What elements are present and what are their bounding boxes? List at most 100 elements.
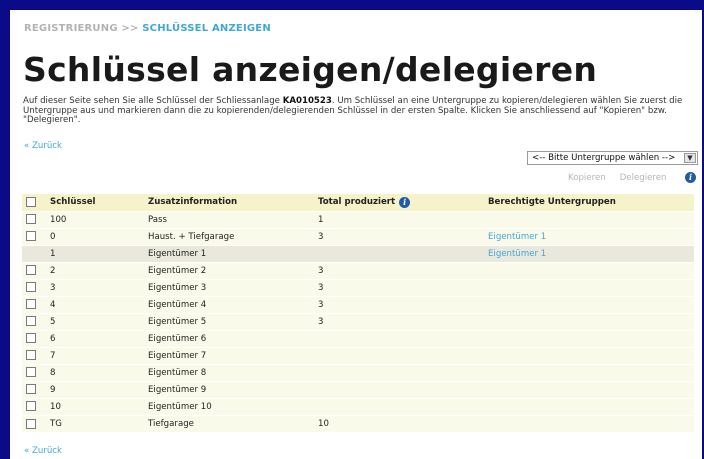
- cell-groups: [488, 330, 694, 347]
- table-header-row: Schlüssel Zusatzinformation Total produz…: [22, 194, 694, 211]
- cell-key: TG: [50, 418, 62, 429]
- cell-info: Eigentümer 2: [148, 265, 207, 276]
- table-row: 7 Eigentümer 7: [22, 347, 694, 364]
- subgroup-link[interactable]: Eigentümer 1: [488, 232, 546, 242]
- row-checkbox[interactable]: [26, 265, 36, 276]
- chevron-down-icon[interactable]: ▼: [684, 153, 696, 163]
- row-checkbox[interactable]: [26, 316, 36, 327]
- cell-groups: [488, 398, 694, 415]
- info-icon[interactable]: i: [399, 196, 411, 208]
- header-produced[interactable]: Total produziert i: [318, 194, 488, 211]
- cell-key: 5: [50, 316, 56, 327]
- subgroup-select[interactable]: <-- Bitte Untergruppe wählen --> ▼: [527, 151, 698, 165]
- table-row: 1 Eigentümer 1 Eigentümer 1: [22, 245, 694, 262]
- row-select-cell: [22, 262, 50, 279]
- row-checkbox[interactable]: [26, 231, 36, 242]
- cell-info: Eigentümer 3: [148, 282, 207, 293]
- cell-groups: Eigentümer 1: [488, 245, 694, 262]
- row-checkbox[interactable]: [26, 282, 36, 293]
- breadcrumb: REGISTRIERUNG >> SCHLÜSSEL ANZEIGEN: [24, 23, 271, 34]
- cell-produced: 3: [318, 282, 324, 293]
- intro-part1: Auf dieser Seite sehen Sie alle Schlüsse…: [23, 96, 280, 106]
- cell-info: Eigentümer 1: [148, 248, 207, 259]
- content-frame: REGISTRIERUNG >> SCHLÜSSEL ANZEIGEN Schl…: [10, 10, 702, 459]
- cell-info: Tiefgarage: [148, 418, 194, 429]
- table-row: 8 Eigentümer 8: [22, 364, 694, 381]
- copy-button[interactable]: Kopieren: [568, 173, 606, 183]
- cell-key: 3: [50, 282, 56, 293]
- row-checkbox[interactable]: [26, 384, 36, 395]
- cell-info: Eigentümer 4: [148, 299, 207, 310]
- cell-key: 0: [50, 231, 56, 242]
- system-id: KA010523: [282, 96, 332, 106]
- row-select-cell: [22, 415, 50, 432]
- row-select-cell: [22, 330, 50, 347]
- row-checkbox[interactable]: [26, 350, 36, 361]
- back-link-top[interactable]: « Zurück: [24, 141, 62, 151]
- row-select-cell: [22, 245, 50, 262]
- intro-text: Auf dieser Seite sehen Sie alle Schlüsse…: [23, 96, 693, 126]
- cell-produced: [318, 398, 488, 415]
- table-row: TG Tiefgarage 10: [22, 415, 694, 432]
- cell-groups: [488, 313, 694, 330]
- row-checkbox[interactable]: [26, 333, 36, 344]
- cell-key: 10: [50, 401, 61, 412]
- info-icon[interactable]: i: [685, 172, 696, 183]
- action-bar: Kopieren Delegieren i: [568, 172, 696, 183]
- row-checkbox[interactable]: [26, 401, 36, 412]
- cell-produced: [318, 330, 488, 347]
- cell-key: 7: [50, 350, 56, 361]
- subgroup-link[interactable]: Eigentümer 1: [488, 249, 546, 259]
- row-select-cell: [22, 347, 50, 364]
- row-select-cell: [22, 381, 50, 398]
- header-groups[interactable]: Berechtigte Untergruppen: [488, 194, 694, 211]
- header-key[interactable]: Schlüssel: [50, 194, 148, 211]
- cell-groups: [488, 415, 694, 432]
- row-checkbox[interactable]: [26, 418, 36, 429]
- page-title: Schlüssel anzeigen/delegieren: [23, 50, 598, 89]
- breadcrumb-current: SCHLÜSSEL ANZEIGEN: [142, 23, 271, 34]
- cell-groups: Eigentümer 1: [488, 228, 694, 245]
- table-row: 6 Eigentümer 6: [22, 330, 694, 347]
- table-row: 3 Eigentümer 3 3: [22, 279, 694, 296]
- row-select-cell: [22, 279, 50, 296]
- header-produced-label: Total produziert: [318, 196, 396, 207]
- cell-info: Eigentümer 6: [148, 333, 207, 344]
- table-row: 10 Eigentümer 10: [22, 398, 694, 415]
- cell-produced: 3: [318, 231, 324, 242]
- cell-produced: [318, 364, 488, 381]
- table-row: 9 Eigentümer 9: [22, 381, 694, 398]
- cell-key: 2: [50, 265, 56, 276]
- cell-info: Pass: [148, 214, 168, 225]
- back-link-bottom[interactable]: « Zurück: [24, 446, 62, 456]
- table-row: 0 Haust. + Tiefgarage 3 Eigentümer 1: [22, 228, 694, 245]
- cell-key: 8: [50, 367, 56, 378]
- breadcrumb-separator: >>: [121, 23, 139, 34]
- cell-produced: [318, 381, 488, 398]
- row-checkbox[interactable]: [26, 367, 36, 378]
- row-select-cell: [22, 398, 50, 415]
- keys-table: Schlüssel Zusatzinformation Total produz…: [22, 194, 694, 432]
- row-select-cell: [22, 211, 50, 228]
- cell-groups: [488, 211, 694, 228]
- row-checkbox[interactable]: [26, 214, 36, 225]
- select-all-checkbox[interactable]: [26, 197, 36, 207]
- cell-produced: 3: [318, 299, 324, 310]
- header-info[interactable]: Zusatzinformation: [148, 194, 318, 211]
- cell-info: Eigentümer 10: [148, 401, 212, 412]
- cell-info: Eigentümer 5: [148, 316, 207, 327]
- cell-info: Eigentümer 8: [148, 367, 207, 378]
- table-row: 5 Eigentümer 5 3: [22, 313, 694, 330]
- cell-produced: [318, 347, 488, 364]
- delegate-button[interactable]: Delegieren: [620, 173, 667, 183]
- table-row: 2 Eigentümer 2 3: [22, 262, 694, 279]
- cell-produced: 3: [318, 316, 324, 327]
- cell-produced: [318, 245, 488, 262]
- cell-key: 9: [50, 384, 56, 395]
- row-checkbox[interactable]: [26, 299, 36, 310]
- row-select-cell: [22, 364, 50, 381]
- subgroup-select-value: <-- Bitte Untergruppe wählen -->: [532, 153, 676, 163]
- cell-groups: [488, 262, 694, 279]
- breadcrumb-parent[interactable]: REGISTRIERUNG: [24, 23, 118, 34]
- cell-info: Eigentümer 7: [148, 350, 207, 361]
